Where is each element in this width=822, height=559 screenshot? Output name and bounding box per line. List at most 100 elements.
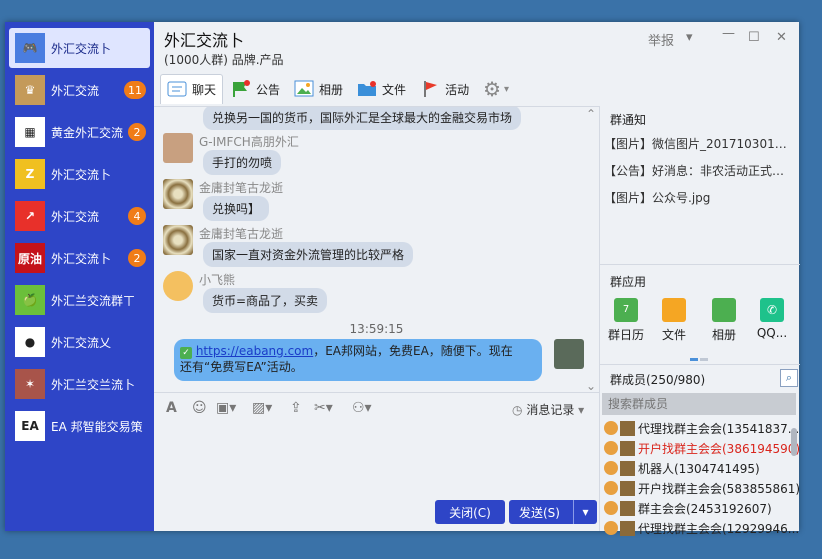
input-toolbar: A ☺ ▣▾ ▨▾ ⇪ ✂▾ ⚇▾ ◷ 消息记录 ▾ [154, 392, 599, 422]
tab-album[interactable]: 相册 [288, 74, 349, 104]
member-search-icon[interactable]: ⌕ [780, 369, 798, 387]
avatar[interactable] [163, 225, 193, 255]
chevron-down-icon: ▾ [578, 403, 585, 417]
close-icon[interactable]: ✕ [776, 30, 787, 45]
conversation-item[interactable]: ✶ 外汇兰交兰流卜 [9, 364, 150, 404]
message-link[interactable]: https://eabang.com [196, 344, 313, 358]
app-album[interactable]: 相册 [704, 298, 744, 343]
avatar[interactable] [163, 133, 193, 163]
send-button[interactable]: 发送(S) ▾ [509, 500, 597, 524]
member-role-icon [604, 441, 618, 455]
emoji-icon[interactable]: ☺ [192, 400, 207, 416]
settings-menu[interactable]: ⚙ ▾ [477, 74, 515, 104]
apple-avatar: 🍏 [15, 285, 45, 315]
gamepad-icon: 🎮 [15, 33, 45, 63]
maximize-icon[interactable]: ☐ [748, 30, 760, 45]
minimize-icon[interactable]: — [722, 26, 735, 41]
member-item[interactable]: 开户找群主会会(583855861) [604, 478, 800, 498]
expand-icon[interactable]: ⌄ [586, 379, 596, 392]
member-name: 群主会会(2453192607) [638, 501, 772, 516]
group-title: 外汇交流卜 [164, 31, 245, 50]
conversation-item[interactable]: Z 外汇交流卜 [9, 154, 150, 194]
conversation-item[interactable]: EA EA 邦智能交易策 [9, 406, 150, 446]
tab-notice[interactable]: 公告 [225, 74, 286, 104]
message-bubble: 国家一直对资金外流管理的比较严格 [203, 242, 414, 267]
message-input[interactable]: 关闭(C) 发送(S) ▾ [154, 422, 599, 531]
history-button[interactable]: ◷ 消息记录 ▾ [512, 401, 584, 418]
clock-icon: ◷ [512, 403, 523, 417]
app-label: 文件 [661, 328, 686, 342]
page-indicator [690, 350, 710, 361]
chart-up-avatar: ↗ [15, 201, 45, 231]
notice-title: 群通知 [610, 113, 647, 127]
member-scrollbar[interactable] [791, 428, 797, 456]
sender-name: 小飞熊 [199, 273, 236, 287]
member-item[interactable]: 开户找群主会会(386194590) [604, 438, 800, 458]
chevron-down-icon[interactable]: ▾ [686, 30, 693, 45]
notice-item[interactable]: 【图片】微信图片_2017103016362... [604, 135, 794, 152]
avatar[interactable] [163, 271, 193, 301]
unread-badge: 11 [124, 81, 146, 99]
avatar [620, 500, 635, 516]
conversation-name: 黄金外汇交流 [51, 125, 124, 140]
report-link[interactable]: 举报 [648, 30, 674, 49]
member-name: 机器人(1304741495) [638, 461, 760, 476]
group-subtitle: (1000人群) 品牌.产品 [164, 53, 284, 67]
member-item[interactable]: 代理找群主会会(13541837... [604, 418, 799, 438]
member-role-icon [604, 421, 618, 435]
image-icon[interactable]: ▨▾ [252, 400, 272, 416]
member-role-icon [604, 501, 618, 515]
conversation-item[interactable]: 🎮 外汇交流卜 [9, 28, 150, 68]
own-message-bubble: ✓ https://eabang.com，EA邦网站，免费EA，随便下。现在 还… [174, 339, 542, 381]
send-options-icon[interactable]: ▾ [573, 500, 597, 524]
conversation-name: EA 邦智能交易策 [51, 419, 143, 434]
avatar[interactable] [554, 339, 584, 369]
conversation-name: 外汇交流 [51, 209, 100, 224]
unread-badge: 4 [128, 207, 146, 225]
message-list[interactable]: 兑换另一国的货币，国际外汇是全球最大的金融交易市场 ⌃ G-IMFCH高朋外汇 … [154, 106, 599, 392]
conversation-item[interactable]: ↗ 外汇交流 4 [9, 196, 150, 236]
conversation-item[interactable]: 原油 外汇交流卜 2 [9, 238, 150, 278]
app-files[interactable]: 文件 [654, 298, 694, 343]
conversation-item[interactable]: ● 外汇交流乂 [9, 322, 150, 362]
conversation-item[interactable]: ♛ 外汇交流 11 [9, 70, 150, 110]
logo-avatar: ● [15, 327, 45, 357]
phone-app-icon: ✆ [760, 298, 784, 322]
group-info-panel: 群通知 【图片】微信图片_2017103016362... 【公告】好消息：非农… [599, 106, 800, 536]
member-item[interactable]: 代理找群主会会(12929946... [604, 518, 799, 538]
gif-icon[interactable]: ▣▾ [216, 400, 236, 416]
avatar[interactable] [163, 179, 193, 209]
screenshot-icon[interactable]: ✂▾ [314, 400, 333, 416]
tab-files-label: 文件 [382, 82, 407, 97]
member-item[interactable]: 群主会会(2453192607) [604, 498, 772, 518]
member-item[interactable]: 机器人(1304741495) [604, 458, 760, 478]
member-role-icon [604, 481, 618, 495]
close-button[interactable]: 关闭(C) [435, 500, 505, 524]
member-name: 代理找群主会会(12929946... [638, 521, 800, 536]
avatar [620, 480, 635, 496]
upload-icon[interactable]: ⇪ [290, 400, 302, 416]
tab-chat[interactable]: 聊天 [160, 74, 224, 104]
conversation-sidebar: 🎮 外汇交流卜 ♛ 外汇交流 11 ▦ 黄金外汇交流 2 Z 外汇交流卜 ↗ 外汇交流 4 原油 外汇交流卜… [5, 22, 154, 531]
member-search-input[interactable] [602, 393, 796, 415]
member-role-icon [604, 521, 618, 535]
history-label: 消息记录 [526, 403, 575, 417]
conversation-item[interactable]: 🍏 外汇兰交流群ㄒ [9, 280, 150, 320]
tab-files[interactable]: 文件 [351, 74, 412, 104]
send-label: 发送(S) [519, 505, 560, 520]
qrcode-avatar: ▦ [15, 117, 45, 147]
notice-item[interactable]: 【公告】好消息：非农活动正式上... [604, 162, 794, 179]
app-calendar[interactable]: 7 群日历 [606, 298, 646, 343]
message-text: 还有“免费写EA”活动。 [180, 360, 303, 374]
more-tools-icon[interactable]: ⚇▾ [352, 400, 372, 416]
message-bubble: 货币=商品了，买卖 [203, 288, 328, 313]
avatar [620, 520, 635, 536]
calendar-icon: 7 [614, 298, 638, 322]
app-qq[interactable]: ✆ QQ... [752, 298, 792, 340]
collapse-icon[interactable]: ⌃ [586, 107, 596, 121]
notice-item[interactable]: 【图片】公众号.jpg [604, 189, 794, 206]
tab-activity[interactable]: 活动 [414, 74, 475, 104]
message-bubble: 手打的勿喷 [203, 150, 282, 175]
conversation-item[interactable]: ▦ 黄金外汇交流 2 [9, 112, 150, 152]
font-icon[interactable]: A [166, 400, 177, 416]
